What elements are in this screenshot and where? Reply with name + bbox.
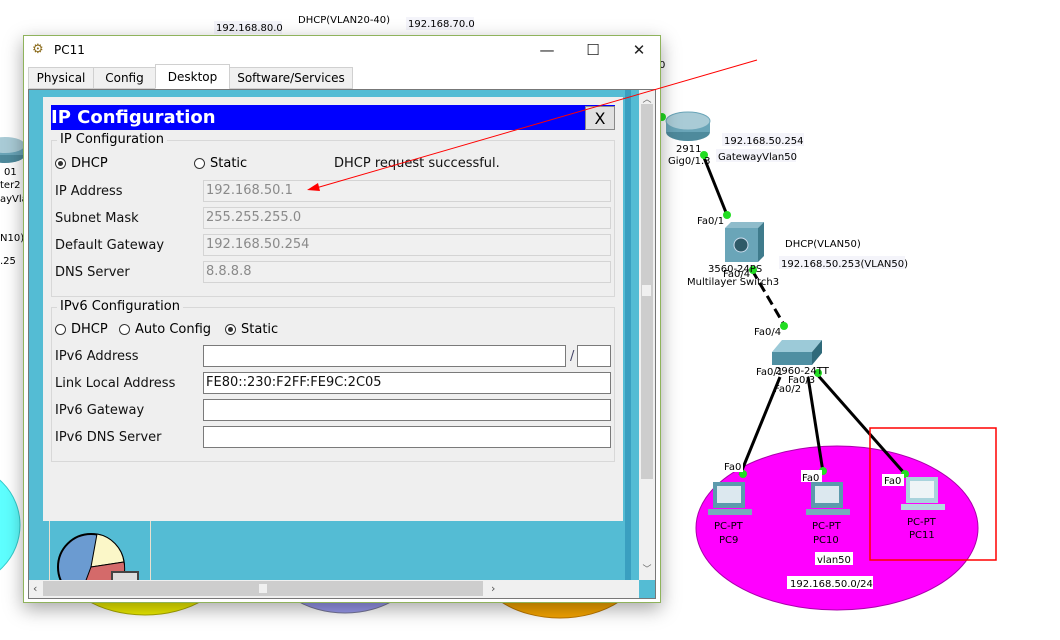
ipv6-gateway-input[interactable] bbox=[203, 399, 611, 421]
radio-unselected-icon bbox=[194, 158, 205, 169]
pc9-port: Fa0 bbox=[724, 462, 741, 473]
ipv4-legend: IP Configuration bbox=[57, 132, 167, 147]
minimize-button[interactable]: — bbox=[524, 36, 570, 64]
pc10-name: PC10 bbox=[813, 535, 839, 546]
pc9-name: PC9 bbox=[719, 535, 738, 546]
mls-name: Multilayer Switch3 bbox=[687, 277, 779, 288]
left-fragment: 01 bbox=[4, 167, 17, 178]
left-router-icon[interactable] bbox=[0, 137, 25, 163]
ip-address-label: IP Address bbox=[55, 184, 123, 199]
pc11-name: PC11 bbox=[909, 530, 935, 541]
mls-port-up: Fa0/1 bbox=[697, 216, 724, 227]
router-icon[interactable] bbox=[665, 111, 711, 141]
mls-ip: 192.168.50.253(VLAN50) bbox=[781, 259, 908, 270]
ipv6-dns-input[interactable] bbox=[203, 426, 611, 448]
scroll-up-icon[interactable]: ︿ bbox=[639, 92, 655, 105]
radio-label: DHCP bbox=[71, 322, 108, 337]
tab-physical[interactable]: Physical bbox=[28, 67, 94, 89]
left-fragment: N10) bbox=[0, 233, 24, 244]
switch-port-up: Fa0/4 bbox=[754, 327, 781, 338]
dns-server-field[interactable]: 8.8.8.8 bbox=[203, 261, 611, 283]
ipv4-dhcp-radio[interactable]: DHCP bbox=[55, 156, 108, 171]
prefix-separator: / bbox=[570, 349, 575, 364]
scroll-right-icon[interactable]: › bbox=[491, 582, 495, 595]
pc11-port: Fa0 bbox=[884, 476, 901, 487]
mls-dhcp: DHCP(VLAN50) bbox=[785, 239, 861, 250]
top-label-1: 192.168.80.0 bbox=[216, 23, 283, 34]
horizontal-scroll-thumb[interactable] bbox=[259, 584, 267, 593]
tab-desktop[interactable]: Desktop bbox=[155, 64, 230, 89]
ipv6-prefix-input[interactable] bbox=[577, 345, 611, 367]
radio-unselected-icon bbox=[119, 324, 130, 335]
switch-icon[interactable] bbox=[772, 340, 822, 365]
link-local-label: Link Local Address bbox=[55, 376, 176, 391]
tab-config[interactable]: Config bbox=[93, 67, 156, 89]
pc11-window: ⚙ PC11 — ☐ ✕ Physical Config Desktop Sof… bbox=[23, 35, 661, 603]
area-cyan bbox=[0, 479, 21, 571]
pc10-port: Fa0 bbox=[802, 473, 819, 484]
radio-selected-icon bbox=[55, 158, 66, 169]
pc9-type: PC-PT bbox=[714, 521, 744, 532]
top-label-3: 192.168.70.0 bbox=[408, 19, 475, 30]
dhcp-status: DHCP request successful. bbox=[334, 156, 500, 171]
horizontal-scrollbar[interactable]: ‹ › bbox=[29, 580, 639, 598]
network-label: 192.168.50.0/24 bbox=[790, 579, 873, 590]
ipv6-autoconfig-radio[interactable]: Auto Config bbox=[119, 322, 211, 337]
ipv6-dhcp-radio[interactable]: DHCP bbox=[55, 322, 108, 337]
desktop-area: IP Configuration X IP Configuration DHCP… bbox=[28, 89, 656, 599]
link-local-input[interactable]: FE80::230:F2FF:FE9C:2C05 bbox=[203, 372, 611, 394]
ipv6-dns-label: IPv6 DNS Server bbox=[55, 430, 162, 445]
vertical-scroll-thumb[interactable] bbox=[642, 285, 651, 296]
link-indicators bbox=[658, 113, 909, 478]
ip-configuration-panel: IP Configuration X IP Configuration DHCP… bbox=[43, 97, 623, 521]
ipv4-static-radio[interactable]: Static bbox=[194, 156, 247, 171]
dns-server-label: DNS Server bbox=[55, 265, 130, 280]
router-desc: GatewayVlan50 bbox=[718, 152, 797, 163]
radio-unselected-icon bbox=[55, 324, 66, 335]
pc10-type: PC-PT bbox=[812, 521, 842, 532]
left-fragment: ter2 bbox=[0, 180, 21, 191]
maximize-button[interactable]: ☐ bbox=[570, 36, 616, 64]
router-port: Gig0/1.3 bbox=[668, 156, 711, 167]
ipv6-address-label: IPv6 Address bbox=[55, 349, 139, 364]
ipv6-static-radio[interactable]: Static bbox=[225, 322, 278, 337]
pc-app-icon: ⚙ bbox=[32, 42, 44, 57]
tab-software-services[interactable]: Software/Services bbox=[229, 67, 353, 89]
radio-label: DHCP bbox=[71, 156, 108, 171]
default-gateway-field[interactable]: 192.168.50.254 bbox=[203, 234, 611, 256]
switch-port-3: Fa0/3 bbox=[788, 375, 815, 386]
router-ip: 192.168.50.254 bbox=[724, 136, 804, 147]
multilayer-switch-icon[interactable] bbox=[725, 222, 764, 262]
ip-address-field[interactable]: 192.168.50.1 bbox=[203, 180, 611, 202]
panel-close-button[interactable]: X bbox=[585, 106, 615, 130]
scroll-left-icon[interactable]: ‹ bbox=[33, 582, 37, 595]
subnet-mask-field[interactable]: 255.255.255.0 bbox=[203, 207, 611, 229]
radio-label: Static bbox=[210, 156, 248, 171]
radio-selected-icon bbox=[225, 324, 236, 335]
radio-label: Auto Config bbox=[135, 322, 212, 337]
top-label-2: DHCP(VLAN20-40) bbox=[298, 15, 390, 26]
default-gateway-label: Default Gateway bbox=[55, 238, 165, 253]
panel-title: IP Configuration bbox=[51, 105, 615, 130]
left-fragment: .25 bbox=[0, 256, 16, 267]
close-button[interactable]: ✕ bbox=[616, 36, 662, 64]
ipv6-legend: IPv6 Configuration bbox=[57, 299, 183, 314]
window-titlebar[interactable]: ⚙ PC11 — ☐ ✕ bbox=[24, 36, 660, 64]
pc11-type: PC-PT bbox=[907, 517, 937, 528]
scroll-down-icon[interactable]: ﹀ bbox=[639, 562, 655, 576]
switch-port-1: Fa0/1 bbox=[756, 367, 783, 378]
router-model: 2911 bbox=[676, 144, 701, 155]
subnet-mask-label: Subnet Mask bbox=[55, 211, 139, 226]
ipv6-gateway-label: IPv6 Gateway bbox=[55, 403, 145, 418]
window-title: PC11 bbox=[54, 43, 85, 57]
vertical-scrollbar[interactable]: ︿ ﹀ bbox=[639, 90, 655, 580]
radio-label: Static bbox=[241, 322, 279, 337]
background-app-edge bbox=[625, 90, 631, 590]
vlan-label: vlan50 bbox=[817, 555, 851, 566]
ipv6-address-input[interactable] bbox=[203, 345, 566, 367]
